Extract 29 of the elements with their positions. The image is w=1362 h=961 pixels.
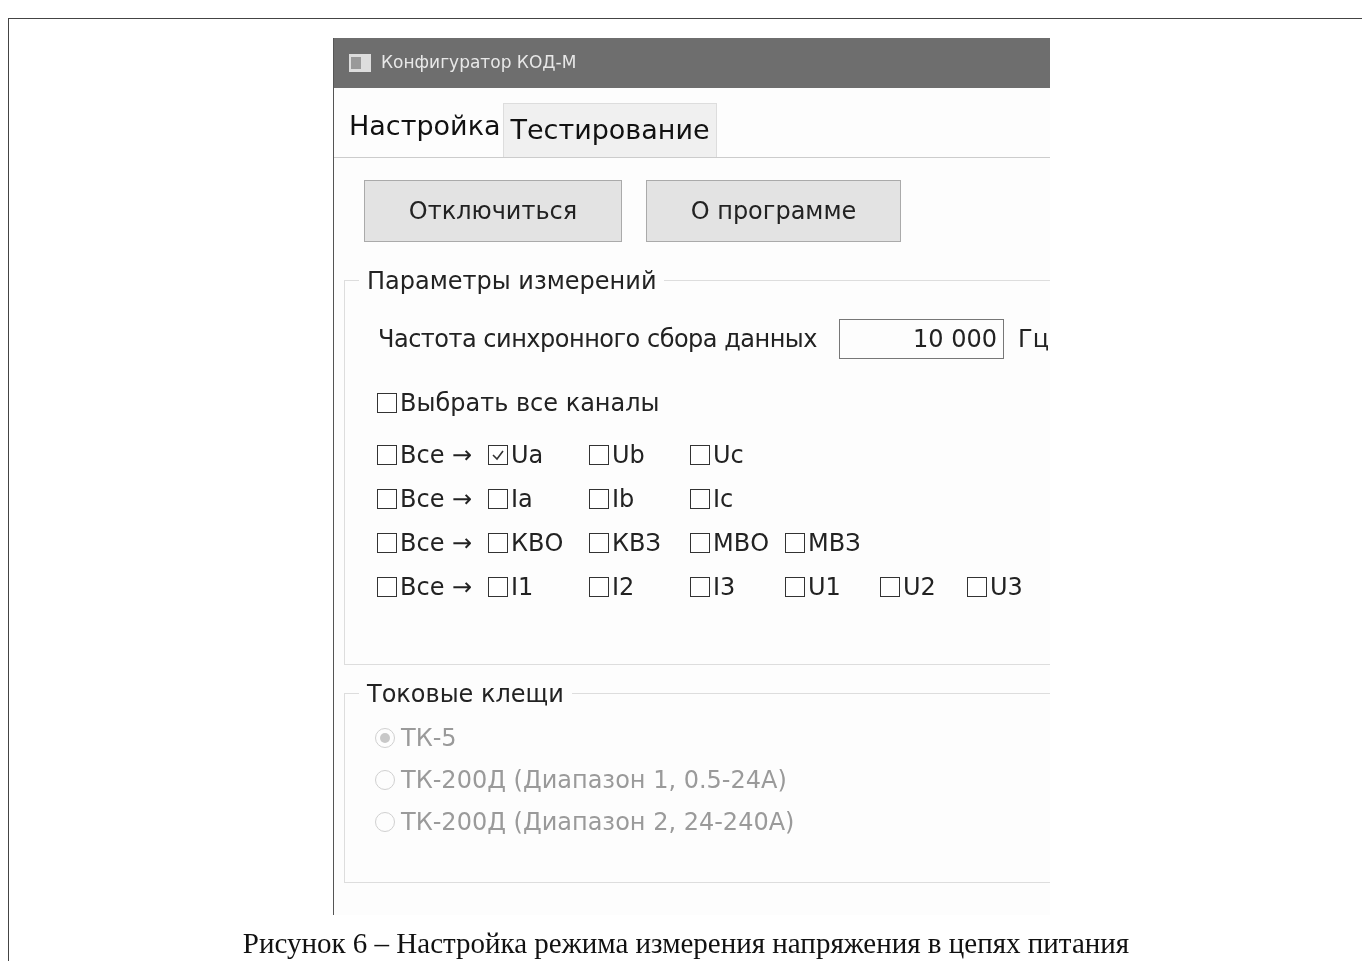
unit-label: Гц [1018,323,1049,355]
field-label: Частота синхронного сбора данных [378,323,817,355]
window-title: Конфигуратор КОД-М [381,51,577,75]
checkbox[interactable]: Все → [377,574,488,599]
checkbox[interactable]: КВО [488,530,589,555]
tab[interactable]: Тестирование [503,103,717,157]
checkbox[interactable]: U1 [785,574,880,599]
checkbox[interactable]: Ib [589,486,690,511]
checkbox[interactable]: Ua [488,442,589,467]
checkbox[interactable]: Uc [690,442,785,467]
checkbox[interactable]: Ia [488,486,589,511]
checkbox[interactable]: Выбрать все каналы [377,390,1050,415]
checkbox[interactable]: МВЗ [785,530,880,555]
app-icon [349,54,371,72]
checkbox[interactable]: I2 [589,574,690,599]
checkbox[interactable]: Все → [377,442,488,467]
checkbox[interactable]: Ub [589,442,690,467]
push-button[interactable]: О программе [646,179,901,242]
input-field[interactable]: 10 000 [839,318,1004,359]
checkbox[interactable]: МВО [690,530,785,555]
checkbox[interactable]: I1 [488,574,589,599]
checkbox[interactable]: Все → [377,486,488,511]
push-button[interactable]: Отключиться [364,179,622,242]
checkbox[interactable]: КВЗ [589,530,690,555]
checkbox[interactable]: Ic [690,486,785,511]
checkbox[interactable]: U3 [967,574,1047,599]
checkbox[interactable]: I3 [690,574,785,599]
checkbox[interactable]: Все → [377,530,488,555]
checkbox[interactable]: U2 [880,574,967,599]
